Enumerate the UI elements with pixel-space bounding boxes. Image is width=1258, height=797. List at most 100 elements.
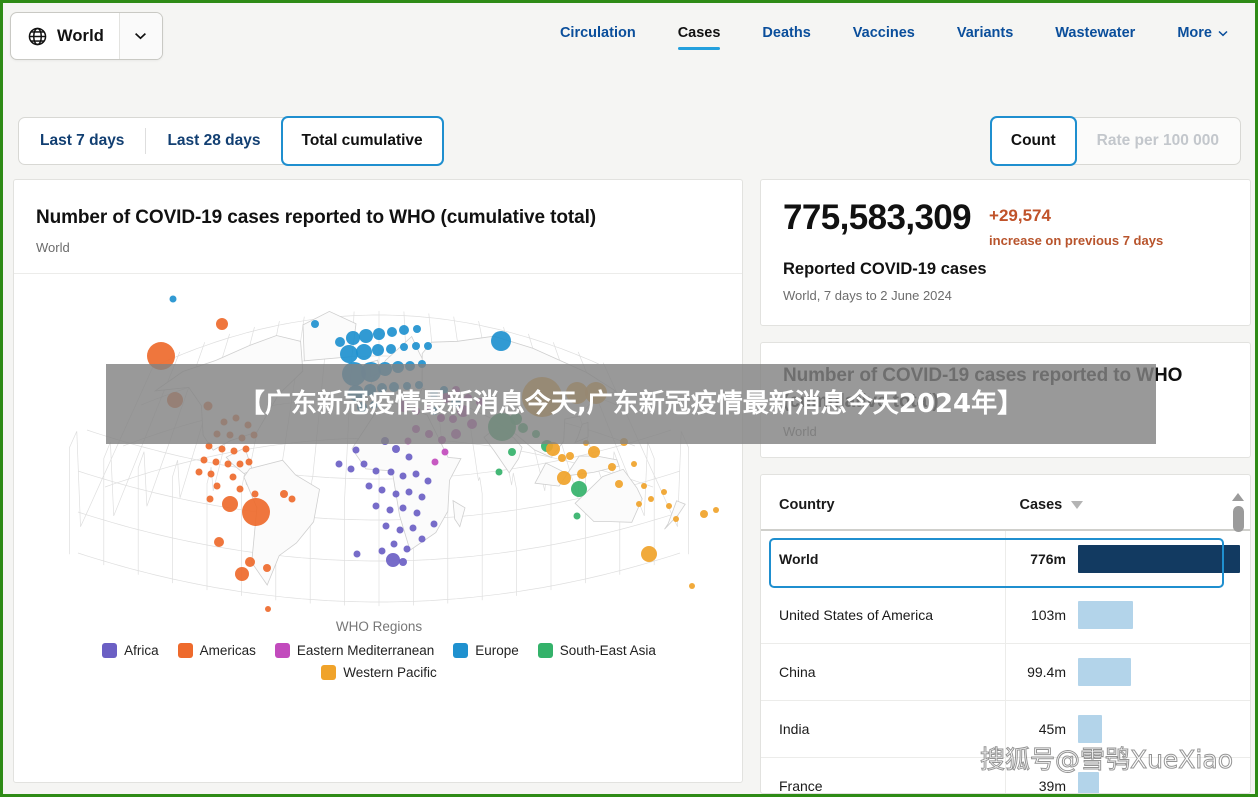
map-bubble[interactable]	[382, 522, 390, 530]
map-bubble[interactable]	[288, 495, 296, 503]
map-bubble[interactable]	[571, 481, 587, 497]
map-bubble[interactable]	[386, 553, 400, 567]
map-bubble[interactable]	[386, 344, 396, 354]
scroll-up-arrow-icon[interactable]	[1232, 493, 1244, 502]
map-bubble[interactable]	[673, 516, 679, 522]
map-bubble[interactable]	[546, 442, 560, 456]
geography-selector-chevron-down-icon[interactable]	[118, 13, 162, 59]
map-bubble[interactable]	[200, 456, 208, 464]
map-bubble[interactable]	[386, 506, 394, 514]
map-bubble[interactable]	[405, 488, 413, 496]
map-bubble[interactable]	[216, 318, 228, 330]
period-option-last-28-days[interactable]: Last 28 days	[146, 118, 281, 164]
map-bubble[interactable]	[373, 328, 385, 340]
map-bubble[interactable]	[399, 325, 409, 335]
map-bubble[interactable]	[396, 526, 404, 534]
map-bubble[interactable]	[700, 510, 708, 518]
geography-selector-main[interactable]: World	[11, 13, 119, 59]
map-bubble[interactable]	[491, 331, 511, 351]
map-bubble[interactable]	[347, 465, 355, 473]
world-bubble-map[interactable]: WHO Regions Africa Americas Eastern Medi…	[14, 274, 742, 694]
map-bubble[interactable]	[413, 325, 421, 333]
map-bubble[interactable]	[265, 606, 271, 612]
column-header-cases[interactable]: Cases	[1005, 475, 1250, 532]
map-bubble[interactable]	[666, 503, 672, 509]
nav-tab-variants[interactable]: Variants	[936, 10, 1034, 56]
map-bubble[interactable]	[713, 507, 719, 513]
map-bubble[interactable]	[400, 343, 408, 351]
map-bubble[interactable]	[403, 545, 411, 553]
map-bubble[interactable]	[236, 460, 244, 468]
map-bubble[interactable]	[641, 483, 647, 489]
legend-item-americas[interactable]: Americas	[177, 643, 256, 658]
map-bubble[interactable]	[577, 469, 587, 479]
period-option-total-cumulative[interactable]: Total cumulative	[280, 116, 444, 166]
map-bubble[interactable]	[431, 458, 439, 466]
map-bubble[interactable]	[557, 471, 571, 485]
map-bubble[interactable]	[372, 344, 384, 356]
legend-item-western-pacific[interactable]: Western Pacific	[321, 665, 437, 680]
map-bubble[interactable]	[378, 486, 386, 494]
map-bubble[interactable]	[399, 558, 407, 566]
map-bubble[interactable]	[418, 535, 426, 543]
map-bubble[interactable]	[387, 468, 395, 476]
map-bubble[interactable]	[424, 342, 432, 350]
map-bubble[interactable]	[335, 337, 345, 347]
table-row[interactable]: France 39m	[761, 757, 1250, 794]
map-bubble[interactable]	[661, 489, 667, 495]
map-bubble[interactable]	[206, 495, 214, 503]
period-option-last-7-days[interactable]: Last 7 days	[19, 118, 145, 164]
table-scrollbar[interactable]	[1232, 493, 1244, 787]
map-bubble[interactable]	[392, 445, 400, 453]
map-bubble[interactable]	[418, 493, 426, 501]
map-bubble[interactable]	[365, 482, 373, 490]
map-bubble[interactable]	[424, 477, 432, 485]
nav-tab-cases[interactable]: Cases	[657, 10, 742, 56]
map-bubble[interactable]	[346, 331, 360, 345]
nav-tab-vaccines[interactable]: Vaccines	[832, 10, 936, 56]
map-bubble[interactable]	[508, 448, 516, 456]
geography-selector[interactable]: World	[10, 12, 163, 60]
map-bubble[interactable]	[195, 468, 203, 476]
legend-item-eastern-mediterranean[interactable]: Eastern Mediterranean	[274, 643, 434, 658]
map-bubble[interactable]	[441, 448, 449, 456]
map-bubble[interactable]	[405, 453, 413, 461]
table-row[interactable]: United States of America 103m	[761, 587, 1250, 645]
map-bubble[interactable]	[689, 583, 695, 589]
map-bubble[interactable]	[212, 458, 220, 466]
map-bubble[interactable]	[207, 470, 215, 478]
table-row[interactable]: China 99.4m	[761, 643, 1250, 702]
map-bubble[interactable]	[588, 446, 600, 458]
table-row[interactable]: India 45m	[761, 700, 1250, 759]
map-bubble[interactable]	[224, 460, 232, 468]
map-bubble[interactable]	[648, 496, 654, 502]
nav-tab-circulation[interactable]: Circulation	[539, 10, 657, 56]
legend-item-africa[interactable]: Africa	[102, 643, 159, 658]
map-bubble[interactable]	[311, 320, 319, 328]
map-bubble[interactable]	[495, 468, 503, 476]
map-bubble[interactable]	[413, 509, 421, 517]
map-bubble[interactable]	[236, 485, 244, 493]
map-bubble[interactable]	[412, 342, 420, 350]
map-bubble[interactable]	[430, 520, 438, 528]
legend-item-south-east-asia[interactable]: South-East Asia	[537, 643, 656, 658]
map-bubble[interactable]	[566, 452, 574, 460]
map-bubble[interactable]	[222, 496, 238, 512]
column-header-country[interactable]: Country	[761, 475, 1006, 532]
map-bubble[interactable]	[280, 490, 288, 498]
map-bubble[interactable]	[399, 472, 407, 480]
map-bubble[interactable]	[412, 470, 420, 478]
map-bubble[interactable]	[235, 567, 249, 581]
map-bubble[interactable]	[372, 502, 380, 510]
map-bubble[interactable]	[353, 550, 361, 558]
map-bubble[interactable]	[636, 501, 642, 507]
table-row[interactable]: World 776m	[761, 530, 1250, 588]
measure-option-rate-per-100000[interactable]: Rate per 100 000	[1076, 118, 1240, 164]
map-bubble[interactable]	[214, 537, 224, 547]
map-bubble[interactable]	[390, 540, 398, 548]
nav-tab-more[interactable]: More	[1156, 10, 1249, 56]
nav-tab-wastewater[interactable]: Wastewater	[1034, 10, 1156, 56]
sort-descending-caret-icon[interactable]	[1071, 501, 1084, 510]
map-bubble[interactable]	[387, 327, 397, 337]
map-bubble[interactable]	[641, 546, 657, 562]
